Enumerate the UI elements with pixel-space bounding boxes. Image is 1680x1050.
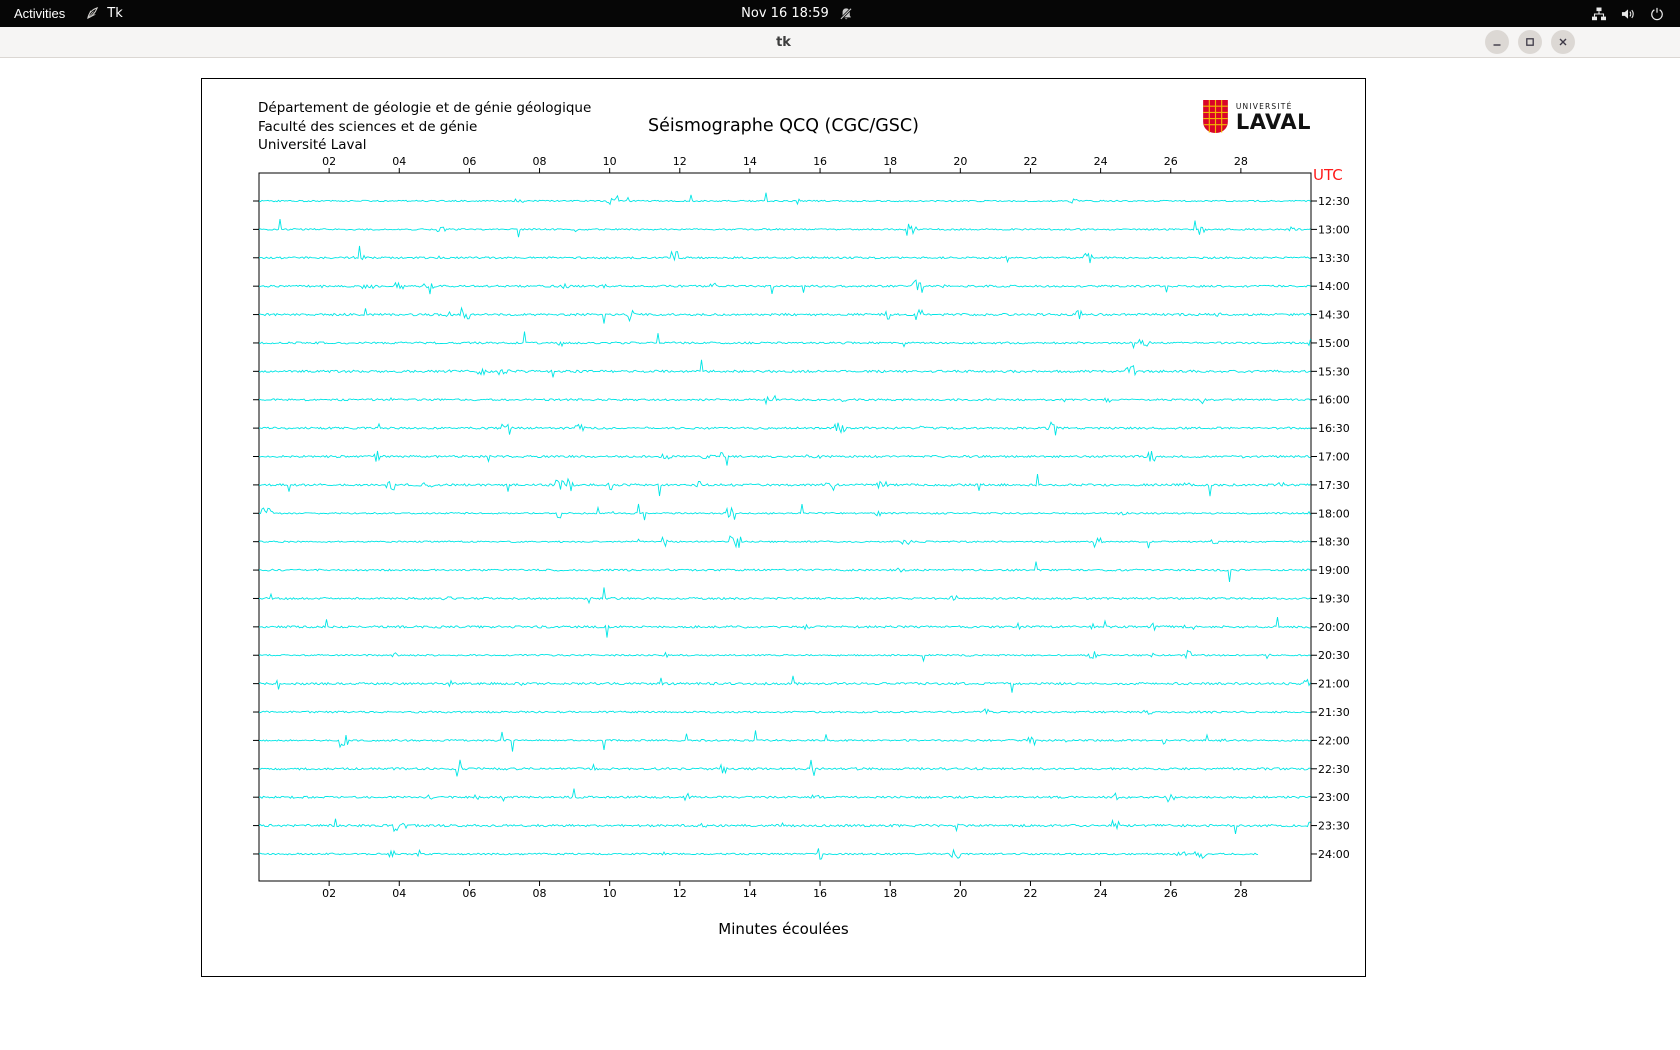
focused-app-menu[interactable]: Tk (85, 6, 123, 21)
svg-text:20:00: 20:00 (1318, 621, 1350, 634)
network-icon (1591, 7, 1607, 21)
close-button[interactable] (1551, 30, 1575, 54)
svg-text:15:00: 15:00 (1318, 337, 1350, 350)
svg-text:08: 08 (533, 155, 547, 168)
svg-text:06: 06 (462, 887, 476, 900)
svg-text:04: 04 (392, 887, 406, 900)
seismic-traces (258, 192, 1311, 860)
maximize-button[interactable] (1518, 30, 1542, 54)
system-status-area[interactable] (1591, 0, 1680, 27)
svg-text:20: 20 (953, 887, 967, 900)
svg-text:17:00: 17:00 (1318, 451, 1350, 464)
seismograph-plot: 02 02 04 04 06 06 08 08 10 10 12 12 14 14 16 16 18 18 20 20… (253, 155, 1350, 900)
seismograph-frame: Département de géologie et de génie géol… (201, 78, 1366, 977)
svg-text:13:00: 13:00 (1318, 223, 1350, 236)
svg-text:16: 16 (813, 887, 827, 900)
svg-text:26: 26 (1164, 887, 1178, 900)
svg-text:21:00: 21:00 (1318, 678, 1350, 691)
svg-text:12:30: 12:30 (1318, 195, 1350, 208)
svg-text:28: 28 (1234, 887, 1248, 900)
svg-text:14:30: 14:30 (1318, 309, 1350, 322)
svg-text:08: 08 (533, 887, 547, 900)
power-icon (1650, 7, 1664, 21)
svg-text:18: 18 (883, 887, 897, 900)
tk-app-icon (85, 6, 100, 21)
svg-text:18: 18 (883, 155, 897, 168)
svg-text:21:30: 21:30 (1318, 706, 1350, 719)
activities-button[interactable]: Activities (14, 6, 65, 21)
clock-button[interactable]: Nov 16 18:59 (741, 0, 853, 27)
focused-app-label: Tk (107, 6, 123, 21)
svg-text:26: 26 (1164, 155, 1178, 168)
svg-text:16:30: 16:30 (1318, 422, 1350, 435)
plot-axes: 02 02 04 04 06 06 08 08 10 10 12 12 14 14 16 16 18 18 20 20… (253, 155, 1350, 900)
svg-text:10: 10 (603, 155, 617, 168)
svg-text:12: 12 (673, 887, 687, 900)
svg-text:28: 28 (1234, 155, 1248, 168)
window-controls (1485, 30, 1575, 54)
svg-text:23:00: 23:00 (1318, 791, 1350, 804)
svg-text:18:00: 18:00 (1318, 507, 1350, 520)
svg-text:UTC: UTC (1313, 166, 1343, 184)
svg-text:06: 06 (462, 155, 476, 168)
minimize-button[interactable] (1485, 30, 1509, 54)
svg-text:19:00: 19:00 (1318, 564, 1350, 577)
svg-text:16:00: 16:00 (1318, 394, 1350, 407)
svg-text:14:00: 14:00 (1318, 280, 1350, 293)
window-title: tk (776, 35, 791, 50)
svg-text:22: 22 (1023, 155, 1037, 168)
svg-text:19:30: 19:30 (1318, 592, 1350, 605)
svg-text:15:30: 15:30 (1318, 365, 1350, 378)
svg-text:20:30: 20:30 (1318, 649, 1350, 662)
svg-text:24: 24 (1094, 155, 1108, 168)
svg-text:04: 04 (392, 155, 406, 168)
top-bar: Activities Tk Nov 16 18:59 (0, 0, 1680, 27)
svg-text:18:30: 18:30 (1318, 536, 1350, 549)
x-axis-label: Minutes écoulées (718, 920, 849, 938)
svg-text:12: 12 (673, 155, 687, 168)
svg-text:14: 14 (743, 887, 757, 900)
svg-text:23:30: 23:30 (1318, 820, 1350, 833)
svg-text:20: 20 (953, 155, 967, 168)
svg-text:24: 24 (1094, 887, 1108, 900)
window-titlebar[interactable]: tk (0, 27, 1680, 58)
svg-text:17:30: 17:30 (1318, 479, 1350, 492)
svg-text:22: 22 (1023, 887, 1037, 900)
svg-text:14: 14 (743, 155, 757, 168)
svg-text:24:00: 24:00 (1318, 848, 1350, 861)
svg-text:02: 02 (322, 887, 336, 900)
svg-text:02: 02 (322, 155, 336, 168)
svg-text:22:00: 22:00 (1318, 734, 1350, 747)
svg-text:10: 10 (603, 887, 617, 900)
window-content: Département de géologie et de génie géol… (0, 58, 1680, 1050)
clock-label: Nov 16 18:59 (741, 6, 829, 21)
svg-text:22:30: 22:30 (1318, 763, 1350, 776)
svg-text:16: 16 (813, 155, 827, 168)
notifications-muted-icon (839, 7, 853, 21)
svg-text:13:30: 13:30 (1318, 252, 1350, 265)
volume-icon (1621, 7, 1636, 21)
